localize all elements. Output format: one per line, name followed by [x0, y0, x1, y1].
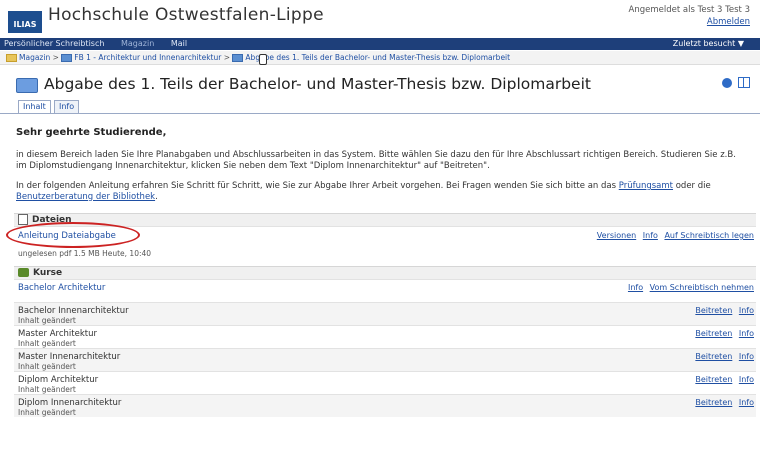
- info-link[interactable]: Info: [739, 329, 754, 338]
- join-link[interactable]: Beitreten: [695, 329, 732, 338]
- mouse-pointer-icon: [259, 54, 267, 65]
- add-to-desktop-link[interactable]: Auf Schreibtisch legen: [664, 231, 754, 240]
- course-actions: Beitreten Info: [691, 375, 754, 384]
- info-link[interactable]: Info: [739, 306, 754, 315]
- layout-toggle-icon[interactable]: [738, 77, 750, 88]
- library-support-link[interactable]: Benutzerberatung der Bibliothek: [16, 192, 155, 202]
- tab-info[interactable]: Info: [54, 100, 80, 113]
- join-link[interactable]: Beitreten: [695, 352, 732, 361]
- file-icon: [18, 214, 28, 225]
- ilias-logo[interactable]: ILIAS: [8, 11, 42, 33]
- instructions-text: In der folgenden Anleitung erfahren Sie …: [16, 181, 617, 191]
- course-status: Inhalt geändert: [18, 316, 76, 325]
- main-navigation: Persönlicher Schreibtisch Magazin Mail Z…: [0, 38, 760, 50]
- instructions-text-end: .: [155, 191, 158, 202]
- breadcrumb-item-fb1[interactable]: FB 1 - Architektur und Innenarchitektur: [74, 53, 221, 62]
- course-title[interactable]: Diplom Architektur: [18, 375, 98, 385]
- course-list-item: Master Architektur Inhalt geändert Beitr…: [14, 325, 756, 348]
- course-list-item: Diplom Innenarchitektur Inhalt geändert …: [14, 394, 756, 417]
- page-title-row: Abgabe des 1. Teils der Bachelor- und Ma…: [0, 72, 760, 100]
- category-folder-icon: [232, 54, 244, 62]
- join-link[interactable]: Beitreten: [695, 306, 732, 315]
- category-folder-icon: [16, 78, 38, 93]
- nav-personal-desktop[interactable]: Persönlicher Schreibtisch: [4, 39, 104, 48]
- breadcrumb: Magazin > FB 1 - Architektur und Innenar…: [0, 51, 760, 65]
- page-header: ILIAS Hochschule Ostwestfalen-Lippe Ange…: [0, 0, 760, 38]
- rss-feed-icon[interactable]: [722, 78, 732, 88]
- breadcrumb-separator: >: [223, 53, 231, 62]
- files-block-header: Dateien: [14, 213, 756, 226]
- course-status: Inhalt geändert: [18, 385, 76, 394]
- page-title: Abgabe des 1. Teils der Bachelor- und Ma…: [44, 75, 591, 93]
- course-actions: Beitreten Info: [691, 306, 754, 315]
- course-list-item: Diplom Architektur Inhalt geändert Beitr…: [14, 371, 756, 394]
- breadcrumb-item-current[interactable]: Abgabe des 1. Teils der Bachelor- und Ma…: [245, 53, 510, 62]
- logout-link[interactable]: Abmelden: [707, 17, 750, 27]
- breadcrumb-separator: >: [52, 53, 59, 62]
- join-link[interactable]: Beitreten: [695, 375, 732, 384]
- login-info: Angemeldet als Test 3 Test 3 Abmelden: [629, 4, 750, 28]
- tab-content[interactable]: Inhalt: [18, 100, 51, 113]
- course-title-link[interactable]: Bachelor Architektur: [18, 283, 105, 293]
- course-status: Inhalt geändert: [18, 339, 76, 348]
- login-status-text: Angemeldet als Test 3 Test 3: [628, 5, 750, 15]
- remove-from-desktop-link[interactable]: Vom Schreibtisch nehmen: [650, 283, 754, 292]
- info-link[interactable]: Info: [739, 375, 754, 384]
- course-actions: Beitreten Info: [691, 398, 754, 407]
- recently-visited-menu[interactable]: Zuletzt besucht ▼: [673, 38, 744, 50]
- info-link[interactable]: Info: [628, 283, 643, 292]
- instructions-paragraph: In der folgenden Anleitung erfahren Sie …: [16, 181, 746, 202]
- highlight-ellipse: [6, 222, 140, 248]
- info-link[interactable]: Info: [739, 398, 754, 407]
- course-list-item: Bachelor Architektur Info Vom Schreibtis…: [14, 279, 756, 302]
- exam-office-link[interactable]: Prüfungsamt: [619, 181, 673, 191]
- category-folder-icon: [61, 54, 73, 62]
- course-list-item: Master Innenarchitektur Inhalt geändert …: [14, 348, 756, 371]
- course-actions: Beitreten Info: [691, 329, 754, 338]
- tab-bar: Inhalt Info: [0, 99, 760, 114]
- join-link[interactable]: Beitreten: [695, 398, 732, 407]
- nav-magazin[interactable]: Magazin: [121, 39, 154, 48]
- course-actions: Beitreten Info: [691, 352, 754, 361]
- greeting-heading: Sehr geehrte Studierende,: [16, 127, 167, 138]
- instructions-text-connector: oder die: [673, 181, 711, 191]
- courses-block-header: Kurse: [14, 266, 756, 279]
- site-title: Hochschule Ostwestfalen-Lippe: [48, 5, 324, 25]
- courses-icon: [18, 268, 29, 277]
- course-status: Inhalt geändert: [18, 408, 76, 417]
- course-status: Inhalt geändert: [18, 362, 76, 371]
- info-link[interactable]: Info: [643, 231, 658, 240]
- course-title[interactable]: Master Innenarchitektur: [18, 352, 120, 362]
- course-title[interactable]: Bachelor Innenarchitektur: [18, 306, 129, 316]
- course-list-item: Bachelor Innenarchitektur Inhalt geänder…: [14, 302, 756, 325]
- course-title[interactable]: Diplom Innenarchitektur: [18, 398, 121, 408]
- magazin-folder-icon: [6, 54, 17, 62]
- nav-mail[interactable]: Mail: [171, 39, 187, 48]
- courses-heading: Kurse: [33, 268, 63, 278]
- versions-link[interactable]: Versionen: [597, 231, 636, 240]
- intro-paragraph: in diesem Bereich laden Sie Ihre Planabg…: [16, 150, 736, 171]
- info-link[interactable]: Info: [739, 352, 754, 361]
- file-meta: ungelesen pdf 1.5 MB Heute, 10:40: [18, 249, 152, 258]
- course-actions: Info Vom Schreibtisch nehmen: [624, 283, 754, 292]
- file-actions: Versionen Info Auf Schreibtisch legen: [593, 231, 754, 240]
- course-title[interactable]: Master Architektur: [18, 329, 97, 339]
- breadcrumb-item-magazin[interactable]: Magazin: [19, 53, 50, 62]
